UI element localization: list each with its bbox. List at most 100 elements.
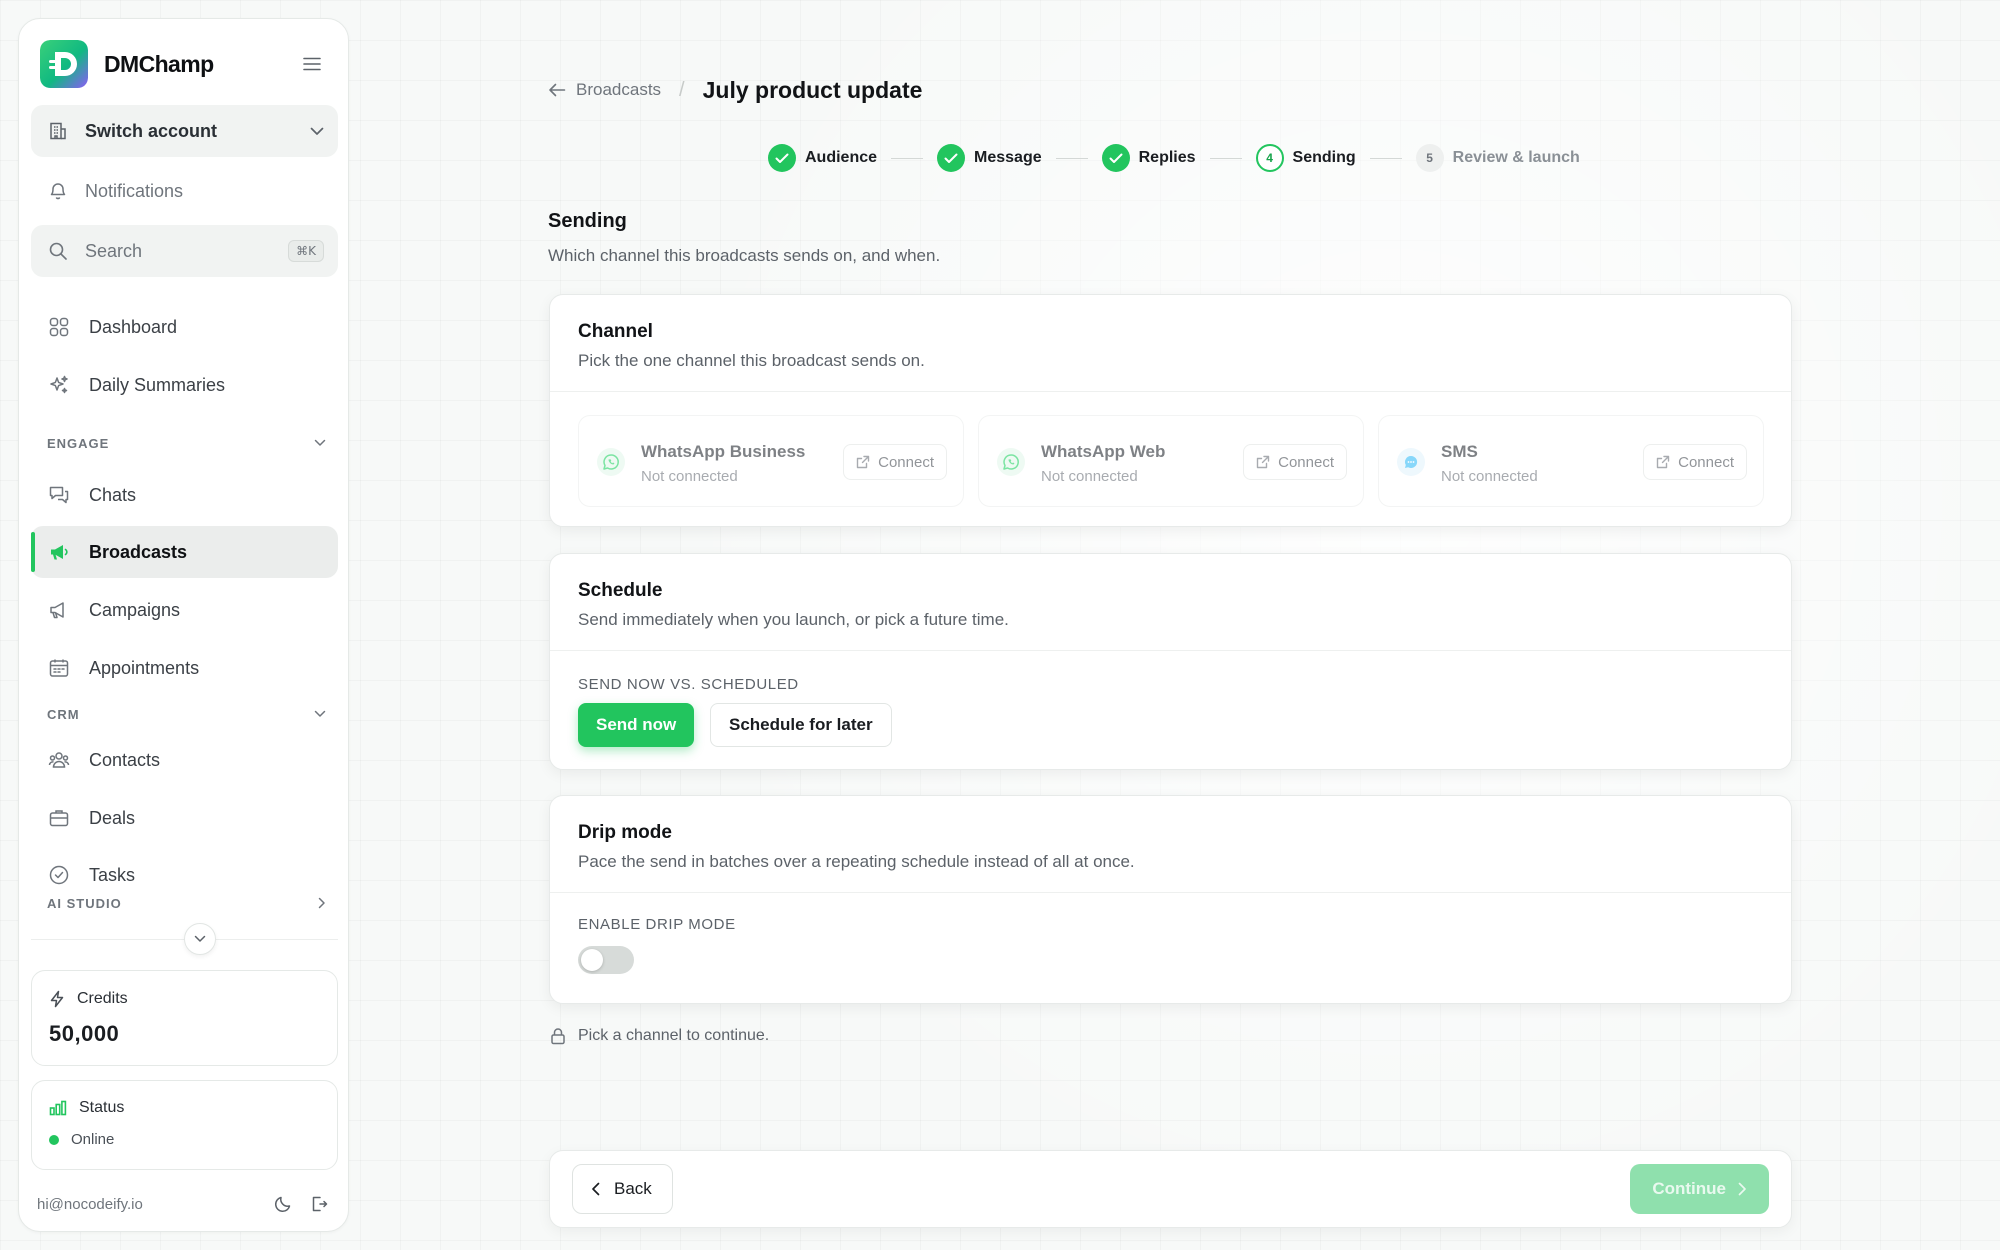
chevron-down-icon [194, 935, 206, 943]
step-label: Audience [805, 149, 878, 166]
briefcase-icon [47, 806, 71, 830]
step-number: 5 [1415, 144, 1444, 172]
page-title: July product update [702, 76, 923, 103]
check-icon [937, 144, 966, 172]
sidebar-item-broadcasts[interactable]: Broadcasts [31, 526, 338, 578]
schedule-card: Schedule Send immediately when you launc… [549, 553, 1792, 770]
search-icon [47, 240, 69, 262]
search-input[interactable]: Search ⌘K [31, 225, 338, 277]
chevron-down-icon [314, 439, 326, 447]
whatsapp-icon [997, 448, 1025, 476]
credits-card: Credits 50,000 [31, 970, 338, 1066]
sidebar-item-campaigns[interactable]: Campaigns [31, 584, 338, 636]
sparkles-icon [47, 373, 71, 397]
continue-hint: Pick a channel to continue. [550, 1027, 769, 1045]
search-shortcut-badge: ⌘K [288, 240, 324, 262]
card-description: Pace the send in batches over a repeatin… [578, 852, 1135, 871]
chevron-down-icon [314, 710, 326, 718]
credits-header: Credits [49, 990, 128, 1008]
megaphone-outline-icon [47, 598, 71, 622]
step-number: 4 [1255, 144, 1284, 172]
toggle-knob [581, 949, 603, 971]
sidebar-item-label: Daily Summaries [89, 374, 226, 395]
step-replies[interactable]: Replies [1101, 144, 1196, 172]
step-review-launch[interactable]: 5 Review & launch [1415, 144, 1580, 172]
sidebar-item-contacts[interactable]: Contacts [31, 734, 338, 786]
breadcrumb-back-link[interactable]: Broadcasts [548, 80, 661, 100]
drip-mode-toggle[interactable] [578, 946, 634, 974]
status-header: Status [49, 1099, 124, 1117]
sidebar-item-dashboard[interactable]: Dashboard [31, 301, 338, 353]
section-engage[interactable]: ENGAGE [47, 430, 338, 456]
step-audience[interactable]: Audience [768, 144, 877, 172]
status-label: Status [79, 1099, 125, 1116]
sidebar-item-label: Contacts [89, 749, 161, 770]
connect-button[interactable]: Connect [1243, 444, 1347, 480]
send-now-button[interactable]: Send now [578, 703, 695, 747]
building-icon [47, 120, 69, 142]
user-email: hi@nocodeify.io [37, 1195, 143, 1213]
step-label: Review & launch [1452, 149, 1580, 166]
card-description: Pick the one channel this broadcast send… [578, 351, 925, 370]
brand-name: DMChamp [104, 50, 214, 77]
channel-option-sms[interactable]: SMS Not connected Connect [1378, 415, 1764, 507]
notifications-button[interactable]: Notifications [31, 165, 338, 217]
back-button[interactable]: Back [572, 1164, 673, 1214]
drip-mode-card: Drip mode Pace the send in batches over … [549, 795, 1792, 1004]
connect-button[interactable]: Connect [1643, 444, 1747, 480]
breadcrumb-separator: / [679, 78, 685, 101]
notifications-label: Notifications [85, 180, 184, 201]
scroll-down-button[interactable] [184, 923, 216, 955]
field-label: SEND NOW VS. SCHEDULED [578, 676, 799, 693]
logout-icon[interactable] [308, 1193, 330, 1215]
status-card: Status Online [31, 1080, 338, 1170]
channel-status: Not connected [1441, 468, 1538, 485]
continue-label: Continue [1652, 1179, 1726, 1198]
sms-bubble-icon [1397, 448, 1425, 476]
section-crm[interactable]: CRM [47, 701, 338, 727]
card-title: Schedule [578, 580, 663, 601]
step-label: Message [974, 149, 1042, 166]
whatsapp-icon [597, 448, 625, 476]
schedule-later-button[interactable]: Schedule for later [710, 703, 892, 747]
sidebar-item-label: Chats [89, 484, 137, 505]
channel-status: Not connected [641, 468, 738, 485]
card-description: Send immediately when you launch, or pic… [578, 610, 1009, 629]
switch-account-button[interactable]: Switch account [31, 105, 338, 157]
section-ai-studio[interactable]: AI STUDIO [47, 890, 338, 916]
external-link-icon [1656, 455, 1670, 469]
sidebar-item-daily-summaries[interactable]: Daily Summaries [31, 359, 338, 411]
credits-label: Credits [77, 990, 128, 1007]
sidebar-item-deals[interactable]: Deals [31, 792, 338, 844]
sidebar-item-appointments[interactable]: Appointments [31, 642, 338, 694]
step-label: Replies [1138, 149, 1196, 166]
divider [550, 650, 1791, 651]
calendar-icon [47, 656, 71, 680]
breadcrumb-back-label: Broadcasts [576, 80, 662, 99]
channel-status: Not connected [1041, 468, 1138, 485]
check-circle-icon [47, 863, 71, 887]
section-engage-label: ENGAGE [47, 435, 110, 451]
hamburger-menu-icon[interactable] [297, 49, 327, 79]
channel-option-whatsapp-business[interactable]: WhatsApp Business Not connected Connect [578, 415, 964, 507]
dmchamp-logo-icon [40, 40, 88, 88]
step-message[interactable]: Message [937, 144, 1042, 172]
continue-button[interactable]: Continue [1630, 1164, 1769, 1214]
sidebar-item-label: Dashboard [89, 316, 178, 337]
channel-option-whatsapp-web[interactable]: WhatsApp Web Not connected Connect [978, 415, 1364, 507]
section-crm-label: CRM [47, 706, 80, 722]
logo-row: DMChamp [40, 40, 327, 88]
step-sending[interactable]: 4 Sending [1255, 144, 1356, 172]
card-title: Drip mode [578, 822, 672, 843]
moon-icon[interactable] [272, 1193, 294, 1215]
external-link-icon [1256, 455, 1270, 469]
wizard-footer: Back Continue [549, 1150, 1792, 1228]
connect-button[interactable]: Connect [843, 444, 947, 480]
connect-label: Connect [1278, 453, 1334, 471]
step-connector [1055, 157, 1088, 159]
sidebar-item-chats[interactable]: Chats [31, 469, 338, 521]
search-placeholder: Search [85, 240, 143, 261]
hint-text: Pick a channel to continue. [578, 1027, 770, 1044]
section-subtitle: Which channel this broadcasts sends on, … [548, 246, 941, 265]
external-link-icon [856, 455, 870, 469]
